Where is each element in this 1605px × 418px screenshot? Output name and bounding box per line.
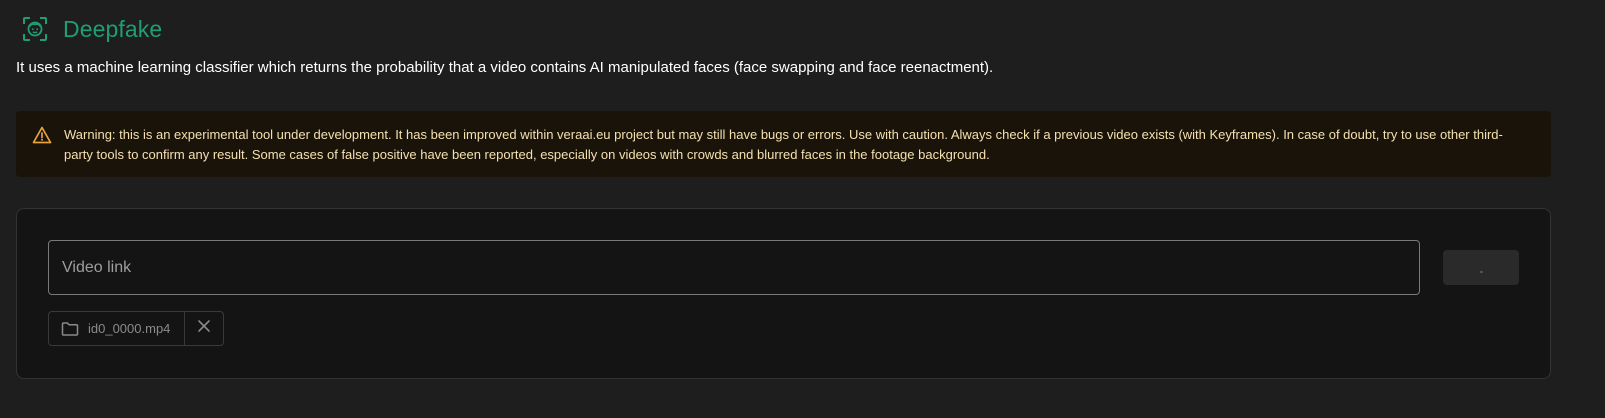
page-title: Deepfake — [63, 15, 163, 42]
warning-banner: Warning: this is an experimental tool un… — [16, 111, 1551, 177]
face-scan-icon — [22, 16, 48, 42]
uploaded-file-chip: id0_0000.mp4 — [48, 311, 225, 346]
video-link-input[interactable] — [48, 240, 1420, 295]
file-name: id0_0000.mp4 — [88, 321, 171, 336]
remove-file-button[interactable] — [185, 312, 223, 345]
warning-text: Warning: this is an experimental tool un… — [64, 127, 1503, 162]
page: Deepfake It uses a machine learning clas… — [0, 0, 1605, 418]
close-icon — [197, 319, 211, 338]
file-info[interactable]: id0_0000.mp4 — [49, 312, 186, 345]
loading-indicator — [1479, 271, 1483, 273]
tool-header: Deepfake — [22, 12, 162, 46]
submit-button[interactable] — [1443, 250, 1519, 285]
folder-icon — [61, 320, 79, 338]
warning-triangle-icon — [32, 125, 52, 145]
input-card: id0_0000.mp4 — [16, 208, 1551, 379]
tool-description: It uses a machine learning classifier wh… — [16, 59, 994, 76]
